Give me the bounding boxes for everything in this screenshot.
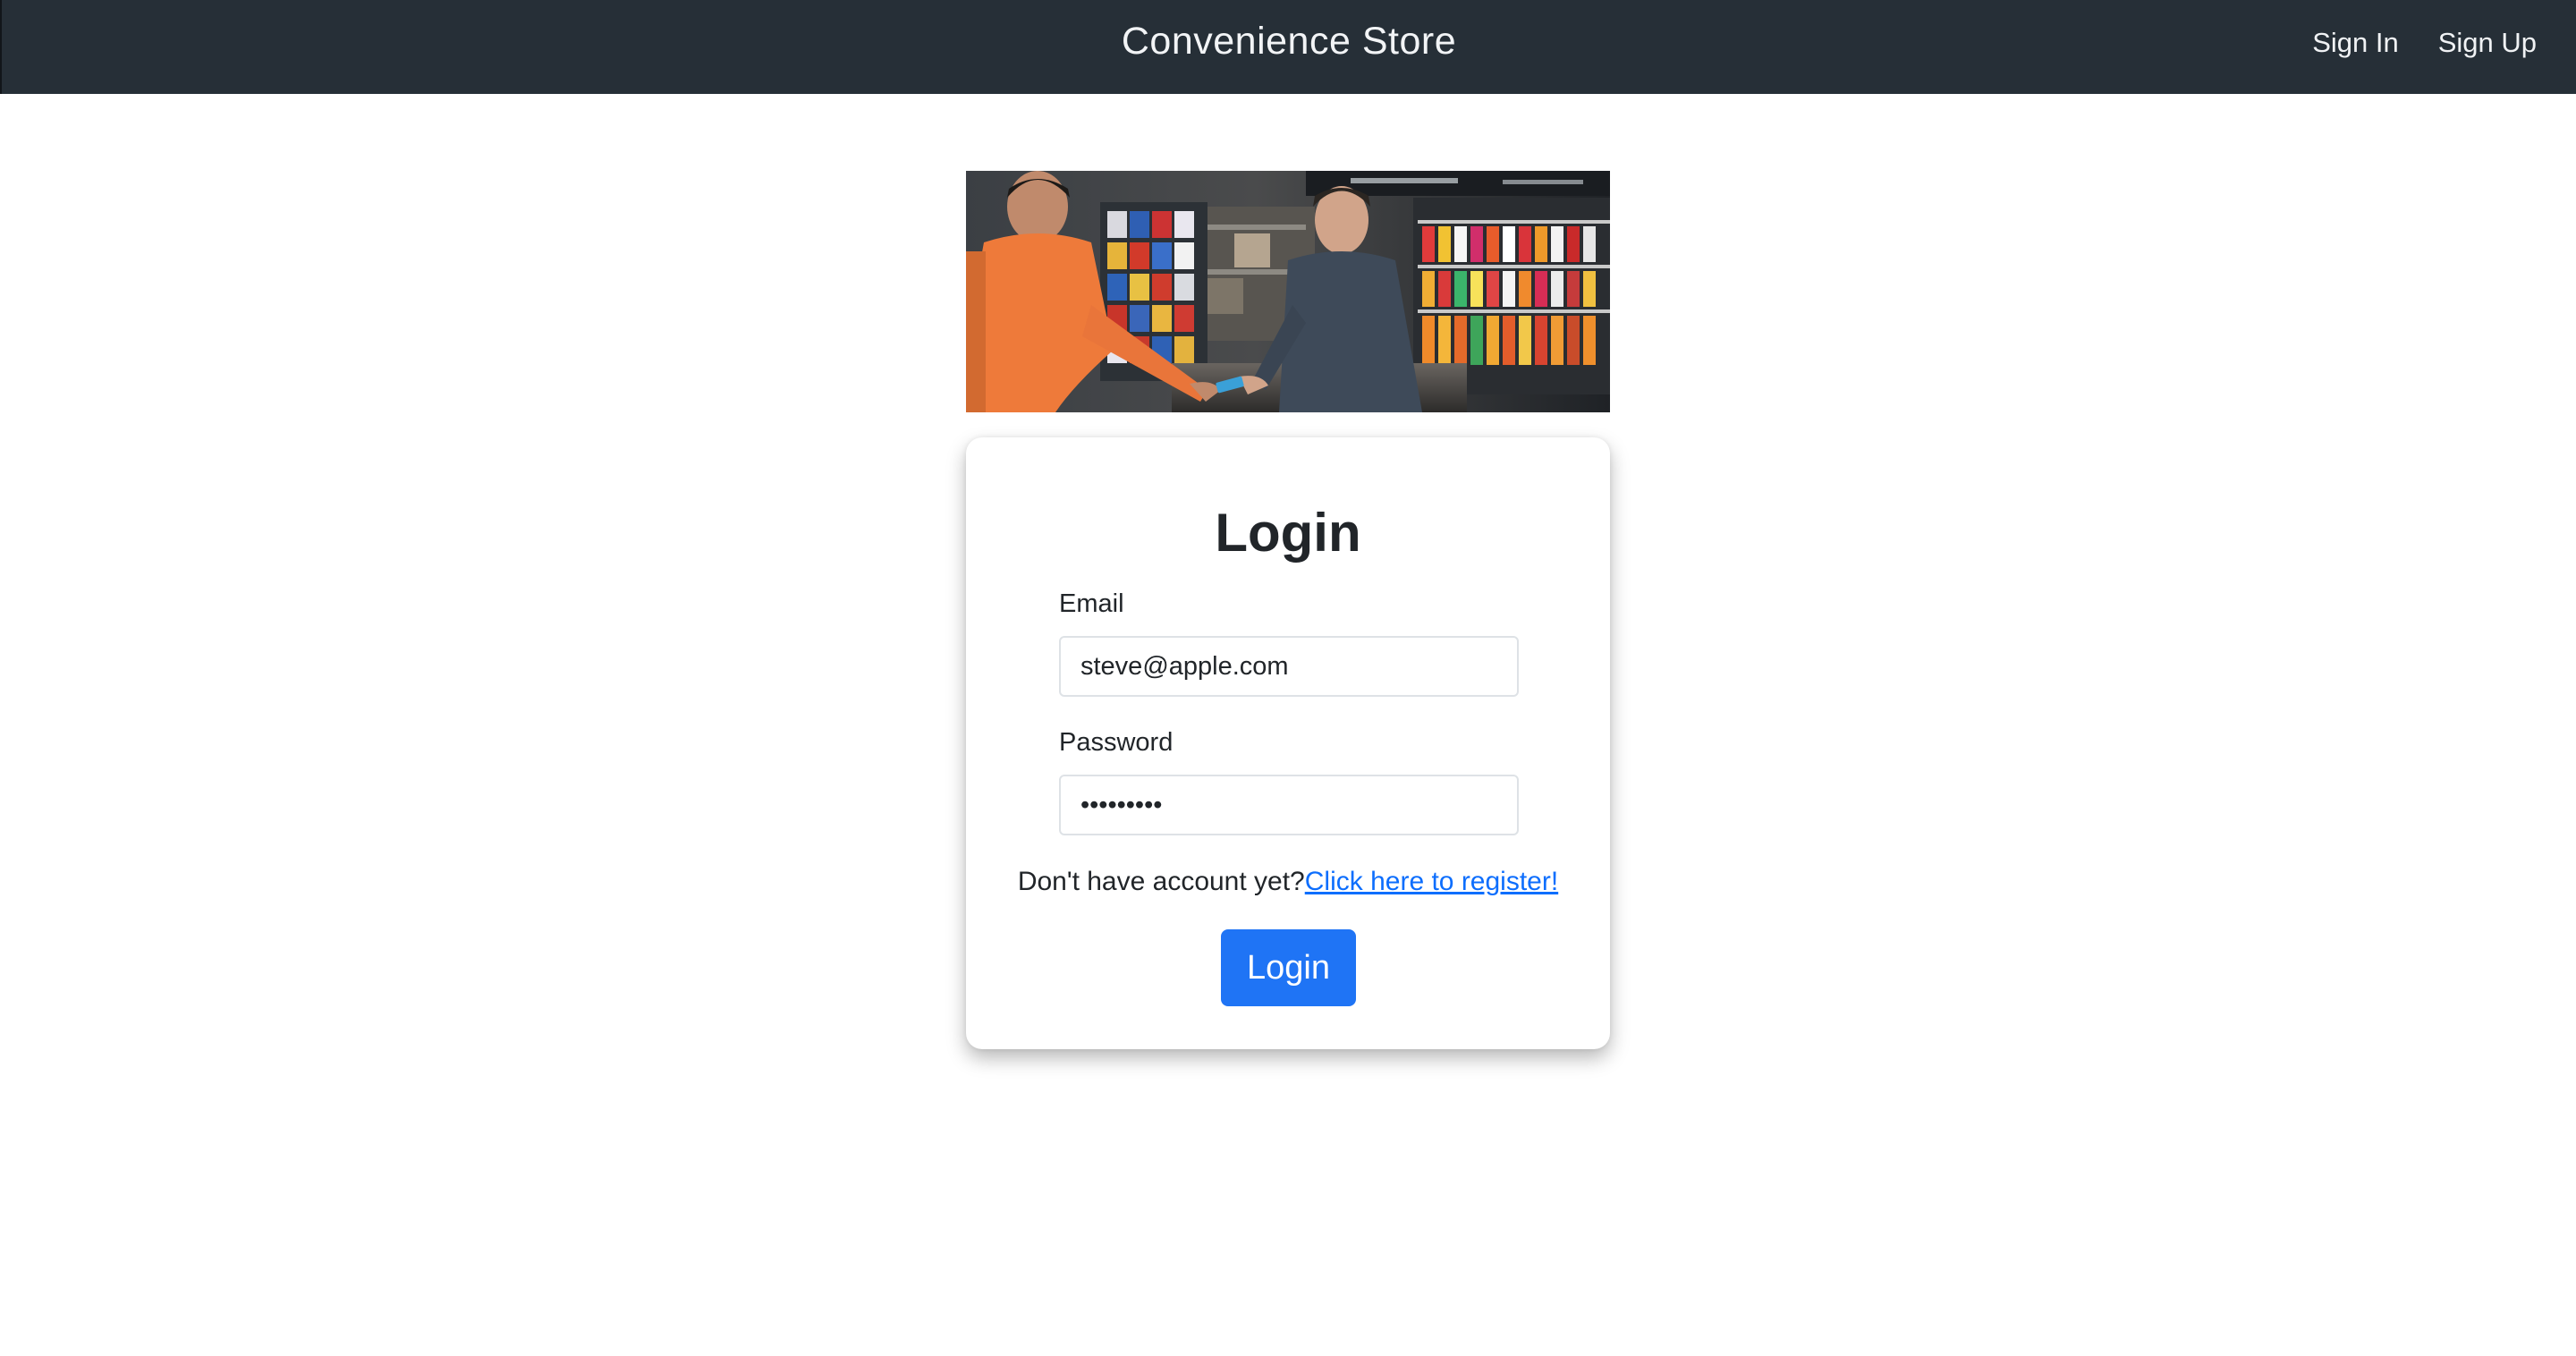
register-prompt-text: Don't have account yet? (1017, 867, 1305, 896)
register-link[interactable]: Click here to register! (1305, 867, 1558, 896)
sign-in-link[interactable]: Sign In (2312, 27, 2399, 59)
email-field[interactable] (1059, 636, 1519, 697)
password-field[interactable] (1059, 775, 1519, 835)
store-checkout-photo (966, 171, 1610, 412)
nav-links: Sign In Sign Up (2312, 27, 2537, 59)
store-banner-image (966, 171, 1610, 412)
login-card: Login Email Password Don't have account … (966, 437, 1610, 1049)
brand-title[interactable]: Convenience Store (2, 20, 2576, 64)
register-prompt-row: Don't have account yet?Click here to reg… (966, 867, 1610, 897)
email-label: Email (1059, 589, 1124, 618)
top-navbar: Convenience Store Sign In Sign Up (0, 0, 2576, 94)
password-label: Password (1059, 728, 1174, 757)
login-button[interactable]: Login (1221, 929, 1356, 1006)
sign-up-link[interactable]: Sign Up (2438, 27, 2537, 59)
app-window: Convenience Store Sign In Sign Up Login … (0, 0, 2576, 1356)
login-title: Login (1215, 503, 1361, 563)
